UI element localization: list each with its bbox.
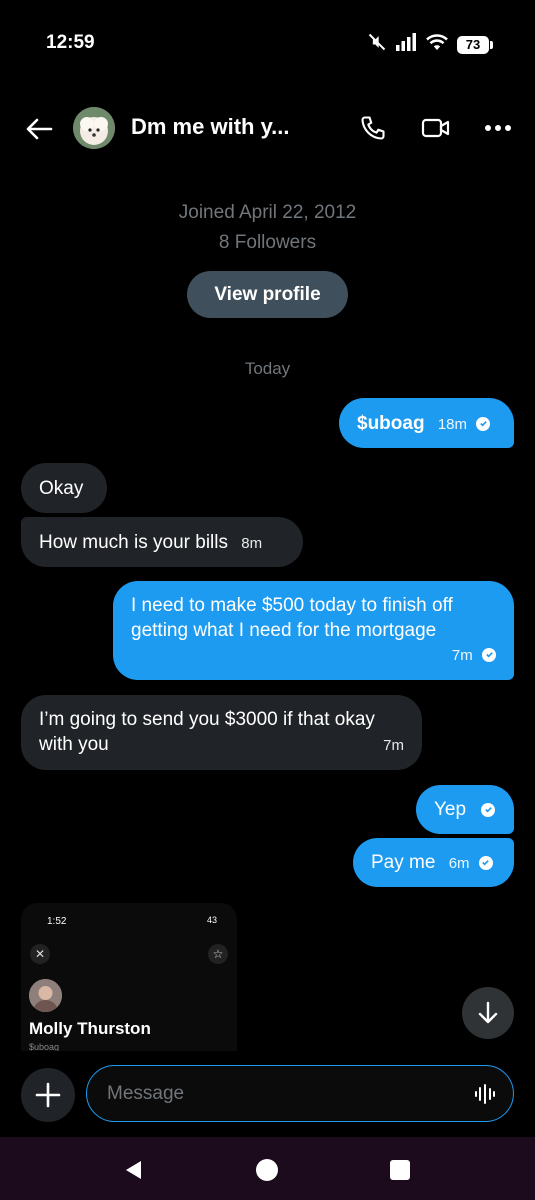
sent-check-icon — [481, 802, 496, 817]
message-text: Yep — [434, 799, 467, 820]
message-text: How much is your bills — [39, 532, 228, 553]
message-bubble-outgoing[interactable]: $uboag 18m — [339, 398, 514, 448]
day-separator: Today — [244, 359, 291, 378]
star-icon: ☆ — [208, 944, 228, 964]
battery-icon: 73 — [457, 35, 493, 54]
message-time: 8m — [241, 535, 263, 552]
avatar[interactable] — [73, 107, 115, 149]
message-time: 18m — [437, 416, 468, 433]
back-button[interactable] — [22, 112, 56, 146]
video-camera-icon — [421, 118, 450, 138]
compose-bar — [0, 1064, 535, 1124]
message-text: Okay — [39, 478, 84, 499]
attachment-battery: 43 — [206, 915, 217, 925]
message-bubble-incoming[interactable]: How much is your bills 8m — [21, 517, 303, 567]
image-attachment[interactable]: 1:52 43 ✕ ☆ Molly Thurston $uboag — [21, 903, 237, 1051]
scroll-to-bottom-button[interactable] — [462, 987, 514, 1039]
conversation-header: Dm me with y... — [0, 98, 535, 160]
message-input[interactable] — [107, 1080, 447, 1108]
system-navigation-bar — [0, 1137, 535, 1200]
attachment-status-time: 1:52 — [47, 916, 67, 927]
message-time: 7m — [383, 737, 404, 754]
more-options-button[interactable] — [481, 111, 515, 145]
joined-date: Joined April 22, 2012 — [178, 202, 357, 223]
follower-count: 8 Followers — [218, 232, 317, 253]
message-bubble-outgoing[interactable]: Pay me 6m — [353, 838, 514, 887]
more-icon — [485, 125, 511, 131]
sent-check-icon — [476, 416, 491, 431]
message-text: Pay me — [371, 852, 436, 873]
add-attachment-button[interactable] — [21, 1068, 75, 1122]
message-text: I need to make $500 today to finish off … — [131, 595, 453, 641]
voice-message-icon[interactable] — [473, 1082, 497, 1106]
mute-icon — [367, 32, 387, 57]
back-arrow-icon — [26, 118, 53, 140]
circle-home-icon — [256, 1159, 278, 1181]
video-call-button[interactable] — [419, 111, 453, 145]
square-recents-icon — [390, 1160, 410, 1180]
status-bar: 12:59 73 — [0, 0, 535, 88]
wifi-icon — [425, 33, 449, 56]
phone-icon — [361, 116, 385, 140]
signal-icon — [395, 33, 417, 56]
message-bubble-incoming[interactable]: Okay — [21, 463, 107, 513]
message-time: 7m — [451, 647, 473, 664]
message-bubble-outgoing[interactable]: I need to make $500 today to finish off … — [113, 581, 514, 680]
status-time: 12:59 — [46, 32, 95, 53]
message-field — [86, 1065, 514, 1122]
message-text: I’m going to send you $3000 if that okay… — [39, 709, 375, 755]
close-icon: ✕ — [30, 944, 50, 964]
conversation-title[interactable]: Dm me with y... — [131, 114, 290, 140]
sent-check-icon — [482, 647, 496, 662]
arrow-down-icon — [478, 1001, 498, 1024]
message-bubble-incoming[interactable]: I’m going to send you $3000 if that okay… — [21, 695, 422, 770]
nav-back-button[interactable] — [116, 1153, 150, 1187]
attachment-name: Molly Thurston — [29, 1019, 151, 1038]
call-button[interactable] — [356, 111, 390, 145]
plus-icon — [35, 1082, 61, 1108]
view-profile-button[interactable]: View profile — [187, 271, 348, 318]
battery-level: 73 — [457, 35, 489, 54]
attachment-avatar — [29, 979, 62, 1012]
triangle-back-icon — [126, 1161, 141, 1179]
sent-check-icon — [478, 855, 493, 870]
message-bubble-outgoing[interactable]: Yep — [416, 785, 514, 834]
nav-home-button[interactable] — [250, 1153, 284, 1187]
message-time: 6m — [448, 855, 470, 872]
profile-info: Joined April 22, 2012 8 Followers — [0, 198, 535, 258]
attachment-handle: $uboag — [29, 1042, 60, 1051]
message-text: $uboag — [357, 413, 425, 434]
nav-recents-button[interactable] — [383, 1153, 417, 1187]
status-icons: 73 — [367, 32, 493, 57]
